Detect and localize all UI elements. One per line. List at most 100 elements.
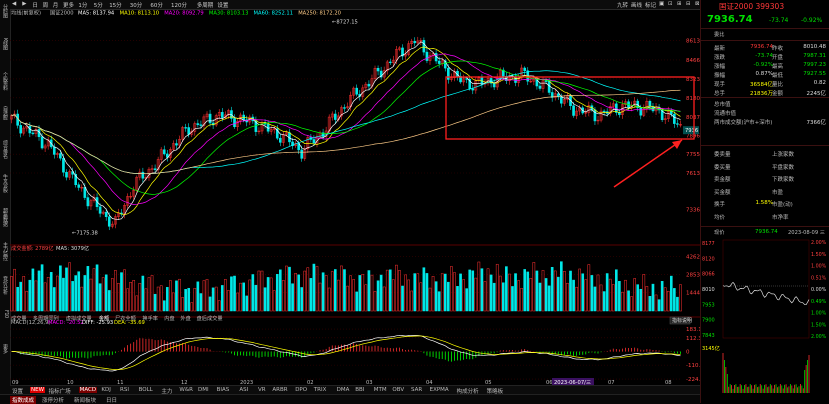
volume-bar	[150, 275, 154, 312]
volume-bar	[10, 276, 13, 312]
toolbar-icon[interactable]: ⊞	[677, 1, 682, 7]
volume-bar	[80, 286, 84, 312]
volume-bar	[52, 287, 56, 312]
toolbar-icon[interactable]: ⊡	[668, 1, 673, 7]
indicator-tab[interactable]: VR	[258, 387, 266, 393]
left-toolbar-item[interactable]: 分时图	[1, 4, 9, 18]
period-tab[interactable]: 日	[32, 1, 38, 9]
period-tab[interactable]: 月	[53, 1, 59, 9]
indicator-tab[interactable]: W&R	[179, 387, 193, 393]
breadth-value: 1.58%	[755, 200, 773, 206]
period-tab[interactable]: 多周期	[197, 1, 214, 9]
volume-bar	[59, 265, 62, 312]
quote-value: 7997.23	[803, 62, 826, 68]
volume-bar	[575, 286, 578, 312]
candle-body	[437, 60, 441, 64]
volume-bar	[382, 286, 386, 312]
volume-bar	[107, 290, 111, 312]
period-tab[interactable]: 30分	[130, 1, 143, 9]
volume-bar	[422, 267, 426, 312]
volume-bar	[385, 269, 389, 312]
volume-bar	[101, 277, 105, 312]
indicator-tab[interactable]: RSI	[120, 387, 129, 393]
toolbar-icon[interactable]: ▣	[659, 1, 664, 7]
kline-chart-area[interactable]: 861384668323818080377896775576137336←872…	[10, 9, 700, 385]
volume-subtab[interactable]: 外盘	[180, 314, 190, 322]
now-label: 现价	[714, 230, 725, 236]
indicator-tab[interactable]: BOLL	[139, 387, 153, 393]
indicator-tab[interactable]: OBV	[392, 387, 404, 393]
left-toolbar-item[interactable]: F10	[1, 310, 9, 318]
left-toolbar-item[interactable]: 综合排名	[1, 140, 9, 158]
indicator-tab[interactable]: KDJ	[101, 387, 110, 393]
left-toolbar-item[interactable]: 更多	[1, 344, 9, 353]
volume-bar	[248, 279, 252, 312]
quote-change: -73.74	[769, 17, 789, 24]
left-toolbar-item[interactable]: 主力监控	[1, 242, 9, 260]
toolbar-icon[interactable]: ⊠	[695, 1, 700, 7]
volume-subtab[interactable]: 盘后成交量	[197, 314, 223, 322]
period-tab[interactable]: ◀	[12, 1, 16, 7]
volume-bar	[92, 268, 96, 312]
indicator-tab[interactable]: ASI	[239, 387, 248, 393]
indicator-tab[interactable]: BIAS	[217, 387, 230, 393]
indicator-tab[interactable]: MTM	[374, 387, 387, 393]
left-toolbar-item[interactable]: 自选股	[1, 106, 9, 120]
volume-bar	[587, 264, 591, 312]
period-tab[interactable]: 设置	[217, 1, 228, 9]
period-tab[interactable]: 60分	[150, 1, 163, 9]
ma-line	[11, 41, 681, 220]
indicator-tab[interactable]: EXPMA	[430, 387, 449, 393]
indicator-tab[interactable]: DMI	[198, 387, 209, 393]
volume-bar	[297, 274, 300, 312]
toolbar-icon[interactable]: ⊟	[686, 1, 691, 7]
volume-subtab[interactable]: 内盘	[164, 314, 174, 322]
quote-key: 振幅	[714, 73, 726, 79]
period-tab[interactable]: ▶	[22, 1, 26, 7]
candle-body	[602, 110, 606, 113]
volume-bar	[98, 283, 102, 312]
period-tab[interactable]: 1分	[78, 1, 87, 9]
indicator-tab[interactable]: ARBR	[272, 387, 287, 393]
mini-axis-right: 0.49%	[811, 299, 827, 305]
volume-bar	[395, 264, 398, 312]
period-tab[interactable]: 120分	[171, 1, 187, 9]
toolbar-icon[interactable]: 九转	[617, 1, 628, 9]
indicator-tab[interactable]: NEW	[30, 387, 46, 393]
period-tab[interactable]: 更多	[63, 1, 74, 9]
current-price-tag-text: 7936	[685, 128, 698, 134]
toolbar-icon[interactable]: 画线	[631, 1, 642, 9]
indicator-tab[interactable]: MACD	[78, 387, 98, 393]
left-toolbar-item[interactable]: K线图	[1, 38, 9, 50]
candle-body	[447, 67, 450, 80]
toolbar-icon[interactable]: 标记	[645, 1, 656, 9]
left-toolbar-item[interactable]: 超赢数据	[1, 208, 9, 226]
highlight-arrow[interactable]	[613, 139, 683, 188]
period-tab[interactable]: 5分	[94, 1, 103, 9]
indicator-tab[interactable]: DMA	[337, 387, 350, 393]
left-toolbar-item[interactable]: 个股资料	[1, 72, 9, 90]
volume-bar	[303, 270, 307, 312]
candle-body	[77, 184, 81, 188]
indicator-tab[interactable]: DPO	[295, 387, 307, 393]
volume-bar	[312, 263, 316, 312]
period-tab[interactable]: 周	[43, 1, 49, 9]
volume-bar	[251, 274, 255, 312]
left-toolbar-item[interactable]: 竞价分析	[1, 276, 9, 294]
candle-body	[65, 171, 68, 178]
period-tab[interactable]: 15分	[109, 1, 122, 9]
indicator-tab[interactable]: SAR	[411, 387, 422, 393]
volume-bar	[266, 277, 270, 312]
volume-bar	[456, 286, 459, 312]
candle-body	[40, 136, 44, 149]
indicator-tab[interactable]: BBI	[355, 387, 364, 393]
quote-value: 8010.48	[803, 44, 826, 50]
volume-bar	[132, 280, 136, 312]
divider	[701, 40, 829, 41]
intraday-mini-chart[interactable]: 8177 8120 8066 8010 7953 7900 7843 2.00% 1.50% 1.…	[701, 238, 829, 396]
ma-legend: 均线(前复权) 国证2000 MA5: 8137.94 MA10: 8113.10 MA…	[11, 9, 341, 17]
volume-bar	[569, 270, 572, 312]
volume-bar	[498, 275, 502, 312]
left-toolbar-item[interactable]: 牛叉诊股	[1, 174, 9, 192]
indicator-tab[interactable]: TRIX	[314, 387, 327, 393]
